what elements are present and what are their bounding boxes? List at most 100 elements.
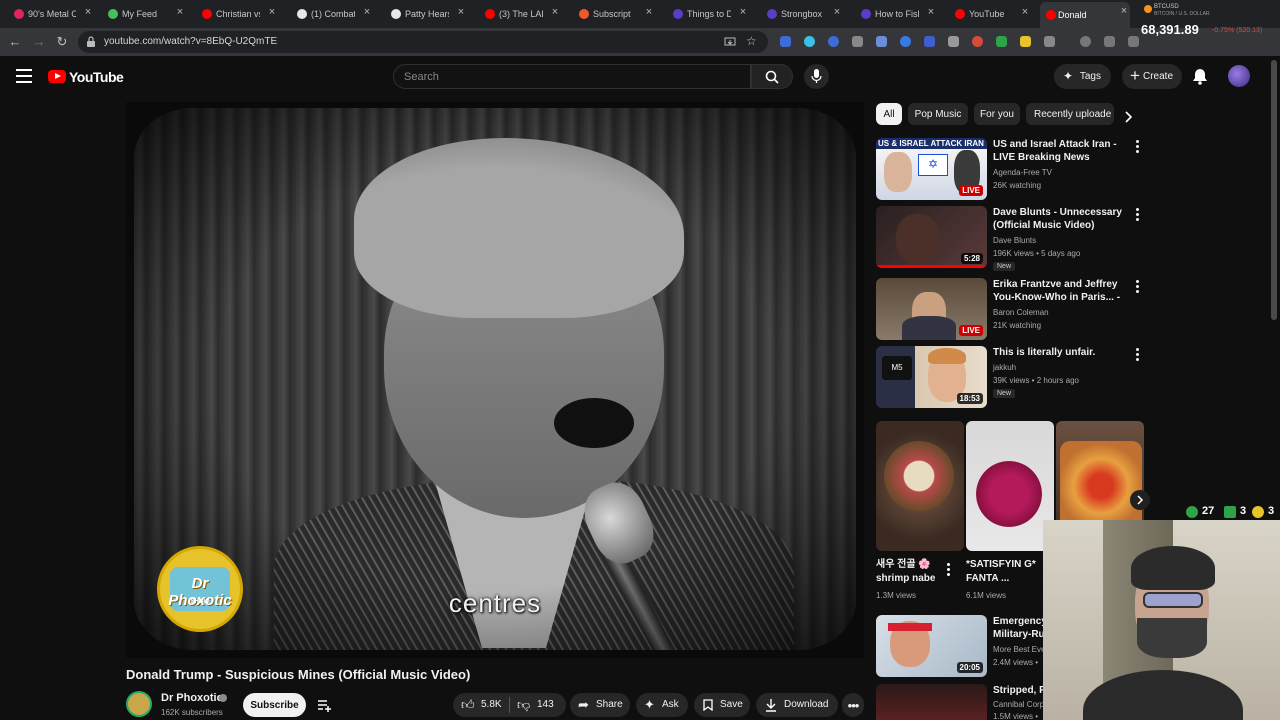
extension-icon[interactable] — [924, 36, 935, 47]
chip-all[interactable]: All — [876, 103, 902, 125]
extension-icon[interactable] — [1020, 36, 1031, 47]
channel-name[interactable]: Dr Phoxotic — [161, 692, 223, 704]
shorts-next-button[interactable] — [1130, 490, 1150, 510]
youtube-logo[interactable]: YouTube — [48, 69, 124, 85]
browser-tab[interactable]: 90's Metal C × — [14, 3, 94, 25]
search-button[interactable] — [751, 64, 793, 89]
extension-icon[interactable] — [948, 36, 959, 47]
more-vertical-icon[interactable] — [1136, 140, 1140, 155]
tab-close-icon[interactable]: × — [361, 6, 373, 18]
share-button[interactable]: ➦ Share — [570, 693, 630, 717]
extension-icon[interactable] — [780, 36, 791, 47]
browser-tab[interactable]: Strongbox P × — [767, 3, 843, 25]
extension-icon[interactable] — [828, 36, 839, 47]
video-thumbnail[interactable] — [876, 684, 987, 720]
video-title-link[interactable]: This is literally unfair. — [993, 346, 1131, 359]
video-title-link[interactable]: Dave Blunts - Unnecessary (Official Musi… — [993, 206, 1131, 232]
browser-tab[interactable]: Christian vs × — [202, 3, 278, 25]
browser-tab[interactable]: Patty Hearst × — [391, 3, 467, 25]
browser-tab-active[interactable]: Donald × — [1040, 2, 1130, 28]
extension-icon[interactable] — [804, 36, 815, 47]
tab-close-icon[interactable]: × — [1118, 5, 1130, 17]
more-vertical-icon[interactable] — [1136, 280, 1140, 295]
download-button[interactable]: Download — [756, 693, 838, 717]
shorts-thumbnail[interactable] — [966, 421, 1054, 551]
subscribe-button[interactable]: Subscribe — [243, 693, 306, 717]
tab-close-icon[interactable]: × — [455, 6, 467, 18]
chip-for-you[interactable]: For you — [974, 103, 1020, 125]
chip-pop-music[interactable]: Pop Music — [908, 103, 968, 125]
bookmark-star-icon[interactable]: ☆ — [746, 34, 757, 48]
more-vertical-icon[interactable] — [1136, 208, 1140, 223]
notifications-bell-icon[interactable] — [1192, 68, 1208, 85]
extension-icon[interactable] — [852, 36, 863, 47]
tab-close-icon[interactable]: × — [82, 6, 94, 18]
back-icon[interactable]: ← — [7, 34, 23, 50]
video-thumbnail[interactable]: M5 18:53 — [876, 346, 987, 408]
channel-avatar[interactable] — [126, 691, 152, 717]
video-thumbnail[interactable]: LIVE — [876, 278, 987, 340]
like-count[interactable]: 5.8K — [481, 699, 502, 710]
tab-close-icon[interactable]: × — [737, 6, 749, 18]
recommended-video[interactable]: US & ISRAEL ATTACK IRAN ✡ LIVE US and Is… — [876, 138, 1144, 200]
shorts-title[interactable]: 새우 전골 🌸 shrimp nabe — [876, 558, 946, 586]
add-to-playlist-icon[interactable] — [316, 697, 332, 713]
recommended-video[interactable]: LIVE Erika Frantzve and Jeffrey You-Know… — [876, 278, 1144, 340]
video-thumbnail[interactable]: 20:05 — [876, 615, 987, 677]
extensions-puzzle-icon[interactable] — [1044, 36, 1055, 47]
browser-tab[interactable]: (3) The LAPD × — [485, 3, 561, 25]
extension-icon[interactable] — [900, 36, 911, 47]
channel-name[interactable]: Agenda-Free TV — [993, 168, 1052, 177]
more-vertical-icon[interactable] — [947, 563, 951, 576]
tab-close-icon[interactable]: × — [1019, 6, 1031, 18]
reload-icon[interactable]: ↻ — [54, 34, 70, 50]
browser-tab[interactable]: Things to Do × — [673, 3, 749, 25]
video-title-link[interactable]: Stripped, Ra — [993, 684, 1045, 697]
forward-icon[interactable]: → — [31, 34, 47, 50]
tab-close-icon[interactable]: × — [266, 6, 278, 18]
recommended-video[interactable]: M5 18:53 This is literally unfair. jakku… — [876, 346, 1144, 408]
recommended-video[interactable]: 5:28 Dave Blunts - Unnecessary (Official… — [876, 206, 1144, 272]
shorts-thumbnail[interactable] — [876, 421, 964, 551]
chevron-right-icon[interactable] — [1121, 110, 1135, 124]
devtools-icon[interactable] — [1128, 36, 1139, 47]
channel-name[interactable]: jakkuh — [993, 363, 1016, 372]
video-player[interactable]: centres Dr Phoxotic SHOW — [126, 102, 864, 658]
create-button[interactable]: + Create — [1122, 64, 1182, 89]
tab-close-icon[interactable]: × — [174, 6, 186, 18]
tab-close-icon[interactable]: × — [643, 6, 655, 18]
site-info-icon[interactable] — [86, 36, 96, 47]
address-bar[interactable]: youtube.com/watch?v=8EbQ-U2QmTE ☆ — [78, 31, 768, 53]
ask-button[interactable]: ✦ Ask — [636, 693, 688, 717]
shorts-title[interactable]: *SATISFYIN G* FANTA ... — [966, 558, 1036, 586]
channel-name[interactable]: Cannibal Corp — [993, 700, 1044, 709]
tags-button[interactable]: ✦ Tags — [1054, 64, 1111, 89]
extension-icon[interactable] — [996, 36, 1007, 47]
channel-name[interactable]: More Best Eve — [993, 645, 1045, 654]
browser-tab[interactable]: How to Fish × — [861, 3, 937, 25]
chip-recently-uploaded[interactable]: Recently uploade — [1026, 103, 1114, 125]
account-avatar[interactable] — [1228, 65, 1250, 87]
save-button[interactable]: Save — [694, 693, 750, 717]
channel-name[interactable]: Baron Coleman — [993, 308, 1049, 317]
tab-close-icon[interactable]: × — [831, 6, 843, 18]
history-icon[interactable] — [1080, 36, 1091, 47]
video-title-link[interactable]: US and Israel Attack Iran - LIVE Breakin… — [993, 138, 1131, 164]
thumbs-down-icon[interactable]: 👎︎ — [517, 697, 530, 713]
hamburger-menu-icon[interactable] — [16, 69, 32, 83]
voice-search-button[interactable] — [804, 64, 829, 89]
search-input[interactable] — [404, 69, 724, 85]
thumbs-up-icon[interactable]: 👍︎ — [461, 697, 475, 713]
browser-tab[interactable]: YouTube × — [955, 3, 1031, 25]
install-app-icon[interactable] — [724, 36, 736, 48]
more-vertical-icon[interactable] — [1136, 348, 1140, 363]
video-thumbnail[interactable]: 5:28 — [876, 206, 987, 268]
tab-close-icon[interactable]: × — [925, 6, 937, 18]
page-scrollbar[interactable] — [1271, 60, 1277, 320]
browser-tab[interactable]: (1) Combat × — [297, 3, 373, 25]
browser-tab[interactable]: My Feed × — [108, 3, 186, 25]
browser-tab[interactable]: Subscript × — [579, 3, 655, 25]
more-actions-button[interactable]: ••• — [842, 693, 864, 717]
video-title-link[interactable]: Emergency Military-Ru — [993, 615, 1045, 641]
tab-close-icon[interactable]: × — [549, 6, 561, 18]
